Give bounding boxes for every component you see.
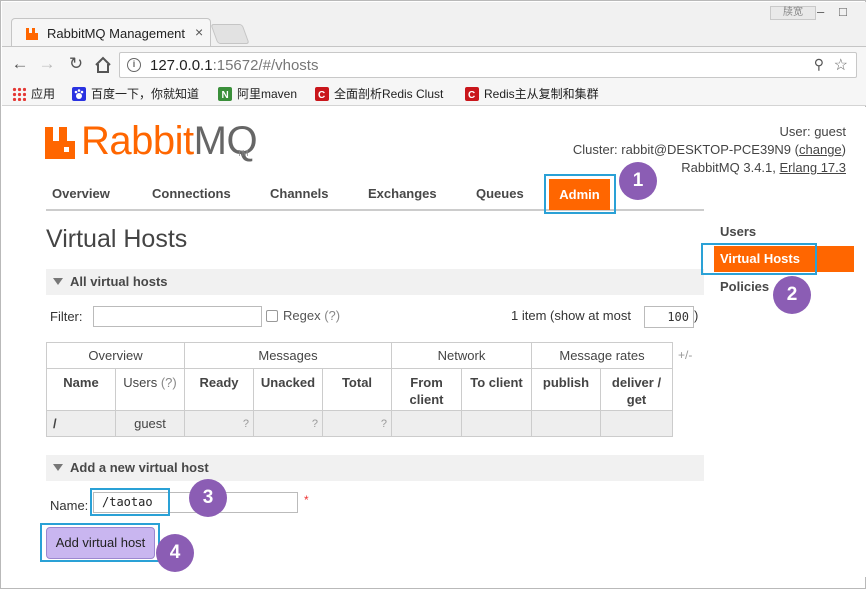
row-unacked: ? — [253, 410, 323, 437]
highlight-name-input — [90, 488, 170, 516]
address-bar[interactable]: i 127.0.0.1:15672/#/vhosts ⚲ ☆ — [119, 52, 857, 78]
browser-window: RabbitMQ Management × 牍宽 – □ ← → ↻ i 127… — [0, 0, 866, 589]
svg-text:C: C — [468, 90, 475, 101]
group-messages: Messages — [184, 342, 392, 369]
rabbitmq-logo-icon — [45, 127, 75, 159]
reload-icon[interactable]: ↻ — [66, 54, 86, 74]
csdn-c-icon: C — [315, 87, 329, 101]
logo-rabbit-text: Rabbit — [81, 119, 194, 163]
collapse-triangle-icon — [53, 464, 63, 471]
logo-tm: TM — [237, 149, 249, 158]
pin-icon[interactable]: ⚲ — [814, 56, 824, 73]
sidebar-item-policies[interactable]: Policies — [720, 279, 769, 294]
column-toggle[interactable]: +/- — [678, 348, 692, 362]
bookmark-redis-cluster[interactable]: C 全面剖析Redis Clust — [315, 85, 453, 103]
highlight-add-button — [40, 523, 160, 562]
group-network: Network — [391, 342, 532, 369]
regex-checkbox[interactable] — [266, 310, 278, 322]
bookmark-redis-replication[interactable]: C Redis主从复制和集群 — [465, 85, 605, 103]
back-arrow-icon[interactable]: ← — [10, 54, 30, 74]
collapse-triangle-icon — [53, 278, 63, 285]
step-badge-2: 2 — [773, 276, 811, 314]
step-badge-1: 1 — [619, 162, 657, 200]
minimize-icon[interactable]: – — [817, 4, 824, 19]
row-to-client — [461, 410, 532, 437]
step-badge-3: 3 — [189, 479, 227, 517]
group-overview: Overview — [46, 342, 185, 369]
rabbitmq-version: RabbitMQ 3.4.1, — [681, 160, 776, 175]
user-name: guest — [814, 124, 846, 139]
add-vhost-section-header[interactable]: Add a new virtual host — [46, 455, 704, 481]
page-content: RabbitMQ TM User: guest Cluster: rabbit@… — [2, 107, 866, 577]
tab-queues[interactable]: Queues — [476, 186, 524, 201]
tab-strip: RabbitMQ Management × 牍宽 – □ — [2, 2, 866, 48]
row-ready: ? — [184, 410, 254, 437]
window-user-badge[interactable]: 牍宽 — [770, 6, 816, 20]
col-deliver-get[interactable]: deliver / get — [600, 368, 673, 411]
tab-connections[interactable]: Connections — [152, 186, 231, 201]
rabbitmq-favicon-icon — [26, 28, 38, 40]
forward-arrow-icon[interactable]: → — [37, 54, 57, 74]
filter-input[interactable] — [93, 306, 262, 327]
bookmark-aliyun-maven[interactable]: N 阿里maven — [218, 85, 297, 103]
apps-grid-icon — [12, 87, 26, 101]
change-cluster-link[interactable]: change — [799, 142, 842, 157]
new-tab-button[interactable] — [210, 24, 250, 44]
bookmark-apps[interactable]: 应用 — [12, 85, 55, 103]
bookmark-baidu[interactable]: 百度一下，你就知道 — [72, 85, 199, 103]
baidu-paw-icon — [72, 87, 86, 101]
all-vhosts-section-header[interactable]: All virtual hosts — [46, 269, 704, 295]
col-total[interactable]: Total — [322, 368, 392, 411]
vhosts-table: Overview Messages Network Message rates … — [46, 342, 673, 437]
highlight-virtual-hosts — [701, 243, 817, 275]
highlight-admin — [544, 174, 616, 214]
page-title: Virtual Hosts — [46, 225, 188, 253]
url-text: 127.0.0.1:15672/#/vhosts — [150, 57, 319, 74]
items-count-label: 1 item (show at most — [511, 308, 631, 323]
col-ready[interactable]: Ready — [184, 368, 254, 411]
row-total: ? — [322, 410, 392, 437]
regex-help[interactable]: (?) — [324, 308, 340, 323]
bookmark-star-icon[interactable]: ☆ — [834, 55, 848, 75]
col-from-client[interactable]: From client — [391, 368, 462, 411]
col-to-client[interactable]: To client — [461, 368, 532, 411]
col-publish[interactable]: publish — [531, 368, 601, 411]
browser-tab[interactable]: RabbitMQ Management × — [11, 18, 211, 48]
sidebar-item-users[interactable]: Users — [720, 224, 756, 239]
browser-toolbar: ← → ↻ i 127.0.0.1:15672/#/vhosts ⚲ ☆ — [2, 46, 866, 82]
col-unacked[interactable]: Unacked — [253, 368, 323, 411]
cluster-name: rabbit@DESKTOP-PCE39N9 — [621, 142, 792, 157]
tab-close-icon[interactable]: × — [195, 24, 203, 40]
row-deliver-get — [600, 410, 673, 437]
group-message-rates: Message rates — [531, 342, 673, 369]
table-row[interactable]: / guest ? ? ? — [46, 410, 673, 437]
col-users: Users (?) — [115, 368, 185, 411]
tab-title: RabbitMQ Management — [47, 26, 186, 41]
col-name[interactable]: Name — [46, 368, 116, 411]
row-users: guest — [115, 410, 185, 437]
maximize-icon[interactable]: □ — [839, 4, 847, 19]
home-icon[interactable] — [94, 56, 112, 74]
maven-n-icon: N — [218, 87, 232, 101]
filter-label: Filter: — [50, 309, 83, 324]
erlang-version: Erlang 17.3 — [779, 160, 847, 175]
row-publish — [531, 410, 601, 437]
required-mark: * — [304, 493, 309, 507]
regex-label: Regex — [283, 308, 321, 323]
csdn-c-icon: C — [465, 87, 479, 101]
step-badge-4: 4 — [156, 534, 194, 572]
row-from-client — [391, 410, 462, 437]
bookmarks-bar: 应用 百度一下，你就知道 N 阿里maven C 全面剖析Redis Clust… — [2, 82, 866, 106]
svg-text:N: N — [222, 90, 229, 101]
user-info: User: guest Cluster: rabbit@DESKTOP-PCE3… — [572, 124, 847, 175]
tab-overview[interactable]: Overview — [52, 186, 110, 201]
tab-channels[interactable]: Channels — [270, 186, 329, 201]
name-label: Name: — [50, 498, 89, 513]
tab-exchanges[interactable]: Exchanges — [368, 186, 437, 201]
svg-text:C: C — [318, 90, 325, 101]
site-info-icon[interactable]: i — [127, 58, 141, 72]
row-name-link[interactable]: / — [46, 410, 116, 437]
page-size-input[interactable]: 100 — [644, 306, 694, 328]
